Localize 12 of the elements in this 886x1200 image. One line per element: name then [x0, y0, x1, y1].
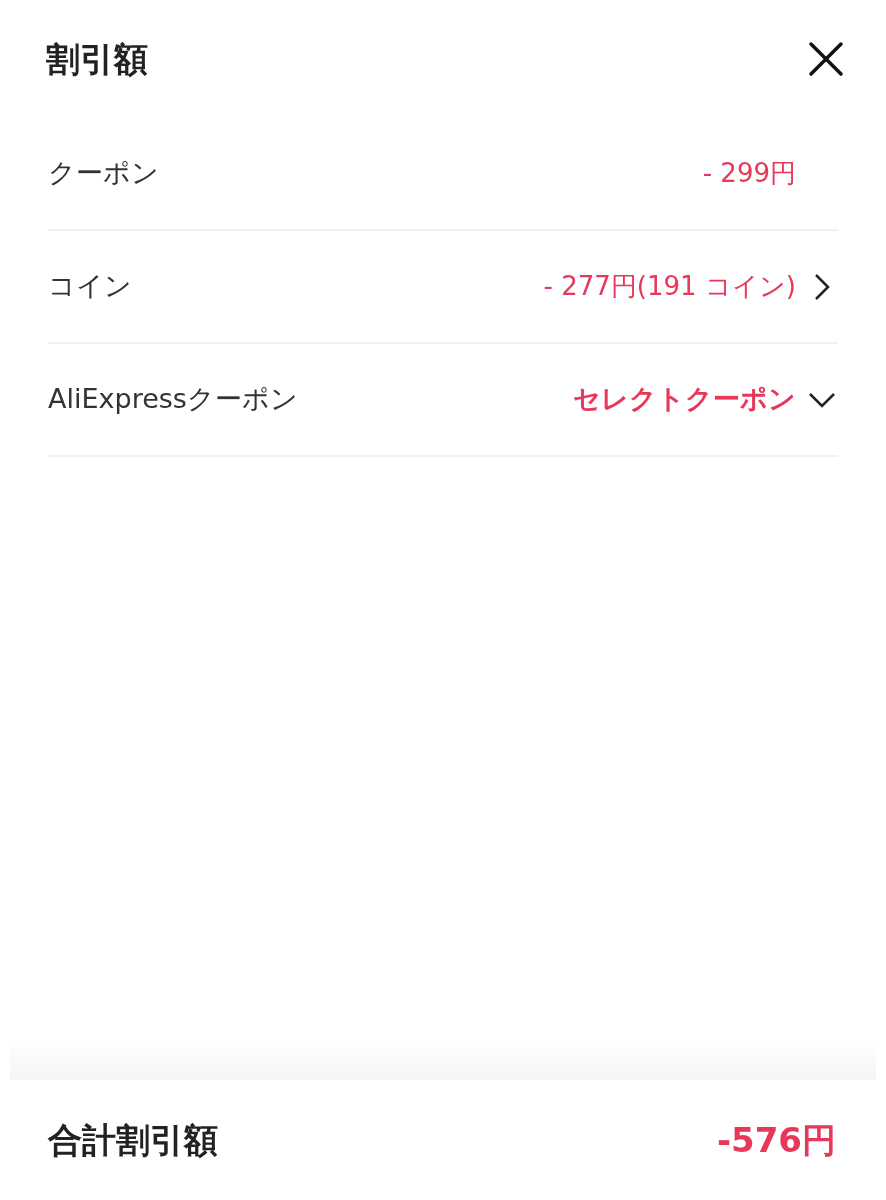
row-label: AliExpressクーポン [48, 382, 298, 417]
row-label: クーポン [48, 156, 159, 191]
total-label: 合計割引額 [48, 1118, 218, 1162]
discount-amount: - 299円 [702, 157, 796, 190]
row-label: コイン [48, 269, 132, 304]
coupon-selector[interactable]: セレクトクーポン [573, 379, 796, 420]
discount-amount[interactable]: - 277円(191 コイン) [543, 267, 796, 306]
chevron-down-icon[interactable] [808, 391, 836, 408]
close-icon[interactable] [806, 39, 846, 79]
chevron-right-icon[interactable] [814, 272, 830, 301]
sheet-title: 割引額 [46, 37, 148, 81]
total-amount: -576円 [716, 1118, 836, 1162]
